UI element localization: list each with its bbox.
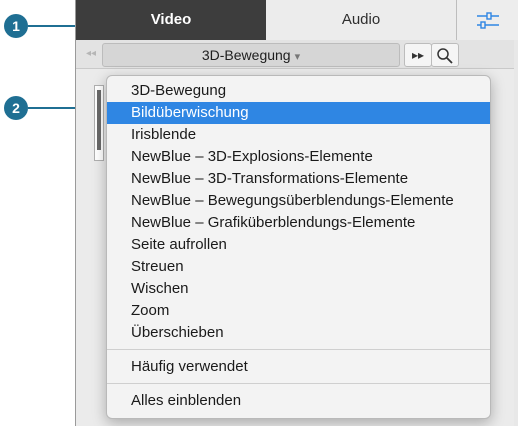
transition-thumbnail[interactable]: [94, 85, 104, 161]
menu-divider: [107, 349, 490, 350]
menu-item-streuen[interactable]: Streuen: [107, 256, 490, 278]
thumbnail-bar: [97, 90, 101, 150]
menu-item-haufig-verwendet[interactable]: Häufig verwendet: [107, 356, 490, 378]
menu-item-alles-einblenden[interactable]: Alles einblenden: [107, 390, 490, 412]
menu-item-uberschieben[interactable]: Überschieben: [107, 322, 490, 344]
menu-item-wischen[interactable]: Wischen: [107, 278, 490, 300]
callout-2: 2: [4, 96, 28, 120]
menu-item-irisblende[interactable]: Irisblende: [107, 124, 490, 146]
chevron-down-icon: ▾: [294, 51, 301, 63]
tab-video[interactable]: Video: [76, 0, 266, 40]
menu-item-newblue-3d-transformations[interactable]: NewBlue – 3D-Transformations-Elemente: [107, 168, 490, 190]
menu-item-seite-aufrollen[interactable]: Seite aufrollen: [107, 234, 490, 256]
settings-button[interactable]: [457, 0, 518, 40]
menu-divider: [107, 383, 490, 384]
category-toolbar: ◂◂ 3D-Bewegung ▾ ▸▸: [76, 40, 514, 69]
double-chevron-right-icon[interactable]: ▸▸: [404, 43, 432, 67]
menu-item-bilduberwischung[interactable]: Bildüberwischung: [107, 102, 490, 124]
tab-bar: Video Audio: [76, 0, 514, 40]
double-chevron-left-icon[interactable]: ◂◂: [82, 45, 100, 63]
search-button[interactable]: [431, 43, 459, 67]
menu-item-zoom[interactable]: Zoom: [107, 300, 490, 322]
category-menu: 3D-Bewegung Bildüberwischung Irisblende …: [106, 75, 491, 419]
menu-item-newblue-bewegungsuberblendungs[interactable]: NewBlue – Bewegungsüberblendungs-Element…: [107, 190, 490, 212]
category-dropdown-label: 3D-Bewegung: [201, 47, 291, 63]
magnifier-icon: [437, 48, 453, 64]
callout-1: 1: [4, 14, 28, 38]
tab-audio[interactable]: Audio: [266, 0, 457, 40]
sliders-icon: [477, 12, 499, 29]
menu-item-newblue-grafikuberblendungs[interactable]: NewBlue – Grafiküberblendungs-Elemente: [107, 212, 490, 234]
menu-item-3d-bewegung[interactable]: 3D-Bewegung: [107, 80, 490, 102]
menu-item-newblue-3d-explosions[interactable]: NewBlue – 3D-Explosions-Elemente: [107, 146, 490, 168]
category-dropdown[interactable]: 3D-Bewegung ▾: [102, 43, 400, 67]
